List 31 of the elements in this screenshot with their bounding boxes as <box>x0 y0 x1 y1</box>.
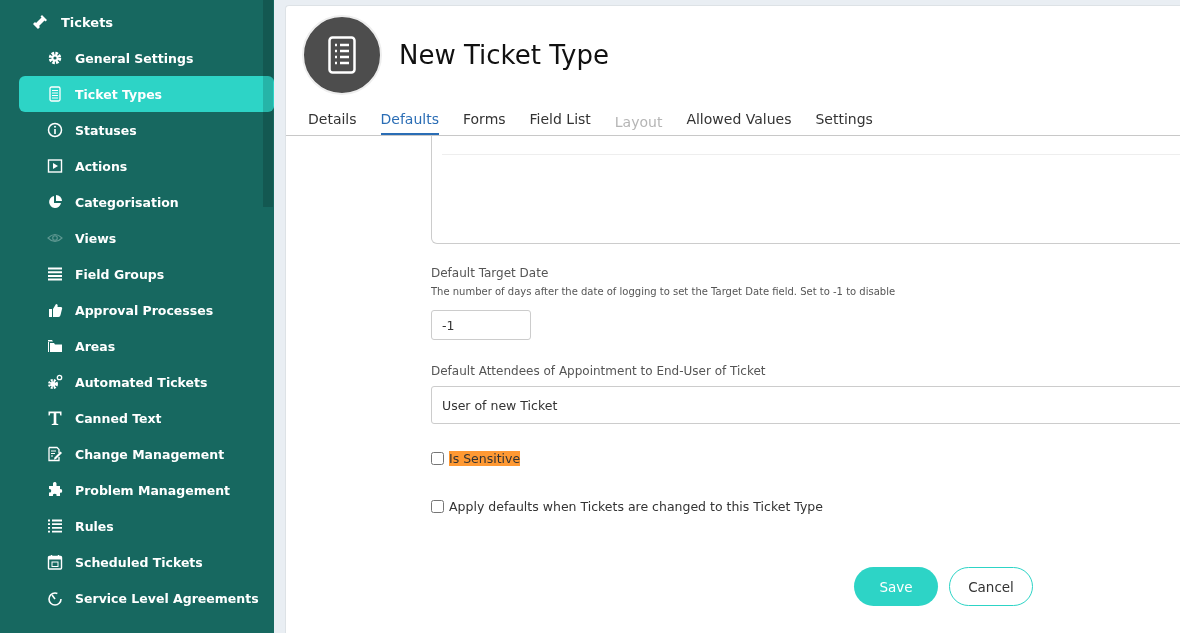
field-label: Default Attendees of Appointment to End-User of Ticket <box>431 364 767 378</box>
page-title: New Ticket Type <box>399 40 609 70</box>
sidebar-item[interactable]: Areas <box>19 328 274 364</box>
sidebar-item[interactable]: Approval Processes <box>19 292 274 328</box>
field-description: The number of days after the date of logging to set the Target Date field. Set to -1 to disable <box>431 286 897 297</box>
sidebar-item[interactable]: Canned Text <box>19 400 274 436</box>
tab[interactable]: Field List <box>529 107 591 135</box>
sidebar-section-title: Tickets <box>61 14 114 30</box>
sidebar-item[interactable]: Rules <box>19 508 274 544</box>
field-label: Default Target Date <box>431 266 550 280</box>
sidebar-item[interactable]: Views <box>19 220 274 256</box>
sidebar-item[interactable]: Problem Management <box>19 472 274 508</box>
sidebar-item[interactable]: Automated Tickets <box>19 364 274 400</box>
tab[interactable]: Forms <box>463 107 506 135</box>
checkbox-label: Is Sensitive <box>449 451 521 466</box>
sidebar-item[interactable]: Categorisation <box>19 184 274 220</box>
sidebar-item[interactable]: General Settings <box>19 40 274 76</box>
attendees-field[interactable]: User of new Ticket <box>431 386 1180 424</box>
checkbox-label: Apply defaults when Tickets are changed to this Ticket Type <box>449 499 823 514</box>
target-date-input[interactable]: -1 <box>431 310 531 340</box>
tab[interactable]: Allowed Values <box>686 107 792 135</box>
tab[interactable]: Defaults <box>380 107 439 135</box>
sidebar-item[interactable]: Actions <box>19 148 274 184</box>
tab[interactable]: Settings <box>815 107 873 135</box>
cancel-button[interactable]: Cancel <box>949 567 1033 606</box>
sidebar-item[interactable]: Field Groups <box>19 256 274 292</box>
sidebar-item[interactable]: Change Management <box>19 436 274 472</box>
sidebar-item[interactable]: Statuses <box>19 112 274 148</box>
sidebar-item[interactable]: Service Level Agreements <box>19 580 274 616</box>
sidebar-item[interactable]: Scheduled Tickets <box>19 544 274 580</box>
tab[interactable]: Details <box>308 107 357 135</box>
